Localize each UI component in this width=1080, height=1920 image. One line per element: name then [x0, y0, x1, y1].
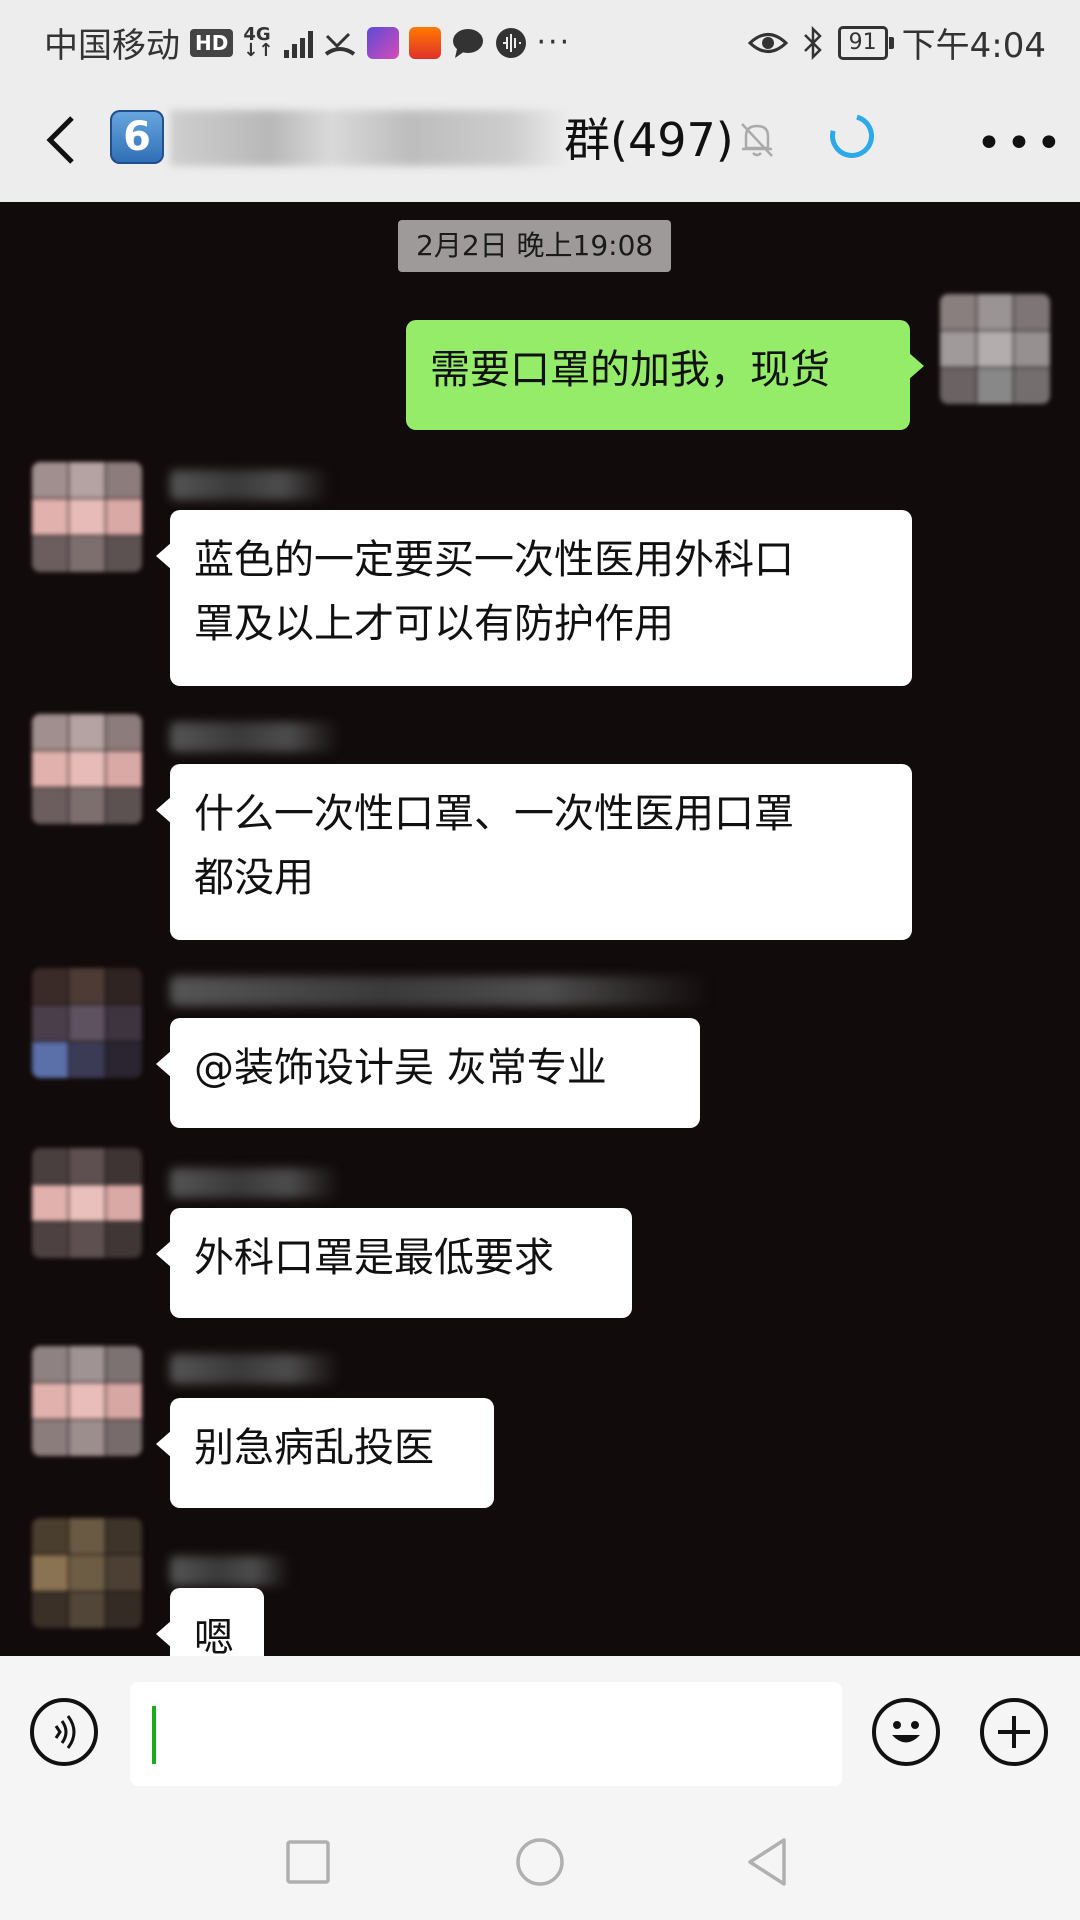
message-input[interactable] [130, 1682, 842, 1786]
triangle-back-icon[interactable] [744, 1836, 792, 1888]
signal-icon [283, 28, 313, 58]
carrier-label: 中国移动 [44, 26, 180, 66]
message-text-line: 什么一次性口罩、一次性医用口罩 [194, 791, 794, 837]
hd-badge: HD [190, 28, 234, 57]
status-overflow: ··· [536, 25, 572, 60]
network-sub-label: ↓↑ [243, 39, 274, 61]
message-bubble[interactable]: 蓝色的一定要买一次性医用外科口 罩及以上才可以有防护作用 [156, 510, 912, 686]
message-text: @装饰设计吴 灰常专业 [194, 1045, 607, 1091]
emoji-icon [892, 1721, 920, 1743]
health-app-icon [408, 26, 441, 59]
message-text: 别急病乱投医 [194, 1425, 434, 1471]
audio-wave-icon [495, 27, 526, 58]
status-bar: 中国移动 HD 4G ↓↑ ··· 91 下午4:04 [0, 0, 1080, 78]
page-title: 群(497) [564, 113, 734, 167]
chat-header: 6 群(497) ••• [0, 78, 1080, 202]
message-bubble[interactable]: 外科口罩是最低要求 [156, 1208, 632, 1318]
avatar[interactable] [32, 1346, 142, 1456]
system-nav-bar [0, 1796, 1080, 1920]
video-app-icon [366, 26, 399, 59]
avatar[interactable] [32, 1148, 142, 1258]
avatar[interactable] [32, 968, 142, 1078]
input-bar [0, 1656, 1080, 1796]
plus-button[interactable] [980, 1698, 1048, 1766]
sender-name-redacted [170, 1168, 340, 1198]
voice-button[interactable] [30, 1698, 98, 1766]
message-text-line: 罩及以上才可以有防护作用 [194, 601, 674, 647]
chat-bubble-icon [452, 28, 483, 58]
text-cursor [152, 1706, 156, 1764]
network-type: 4G ↓↑ [243, 25, 274, 61]
group-number-badge: 6 [110, 110, 164, 164]
chat-area[interactable]: 2月2日 晚上19:08 需要口罩的加我，现货 蓝色的一定要买一次性医用外科口 … [0, 202, 1080, 1656]
bluetooth-icon [803, 25, 822, 60]
message-bubble[interactable]: 什么一次性口罩、一次性医用口罩 都没用 [156, 764, 912, 940]
sender-name-redacted [170, 976, 710, 1006]
message-bubble-mine[interactable]: 需要口罩的加我，现货 [406, 320, 924, 430]
message-text-line: 都没用 [194, 855, 314, 901]
avatar[interactable] [32, 462, 142, 572]
group-name-redacted [170, 110, 570, 166]
sender-name-redacted [170, 470, 330, 500]
square-recents-icon[interactable] [284, 1838, 332, 1886]
sender-name-redacted [170, 1556, 290, 1586]
battery-icon: 91 [837, 25, 894, 60]
plus-icon [998, 1716, 1030, 1748]
avatar[interactable] [940, 294, 1050, 404]
loading-spinner-icon [821, 105, 883, 167]
emoji-button[interactable] [872, 1698, 940, 1766]
missed-call-icon [324, 32, 355, 56]
more-options-icon[interactable]: ••• [976, 118, 1066, 169]
message-text: 嗯 [194, 1615, 234, 1656]
message-text: 需要口罩的加我，现货 [430, 347, 830, 393]
message-bubble[interactable]: 嗯 [156, 1588, 264, 1656]
sender-name-redacted [170, 1354, 340, 1384]
mute-bell-icon [741, 123, 773, 157]
circle-home-icon[interactable] [514, 1836, 566, 1888]
voice-icon [54, 1715, 76, 1749]
message-bubble[interactable]: @装饰设计吴 灰常专业 [156, 1018, 700, 1128]
back-arrow-icon[interactable] [34, 110, 94, 170]
message-bubble[interactable]: 别急病乱投医 [156, 1398, 494, 1508]
eye-icon [747, 32, 788, 53]
message-text-line: 蓝色的一定要买一次性医用外科口 [194, 537, 794, 583]
sender-name-redacted [170, 722, 340, 752]
clock: 下午4:04 [901, 26, 1046, 66]
avatar[interactable] [32, 1518, 142, 1628]
message-text: 外科口罩是最低要求 [194, 1235, 554, 1281]
avatar[interactable] [32, 714, 142, 824]
chat-timestamp: 2月2日 晚上19:08 [398, 220, 672, 272]
